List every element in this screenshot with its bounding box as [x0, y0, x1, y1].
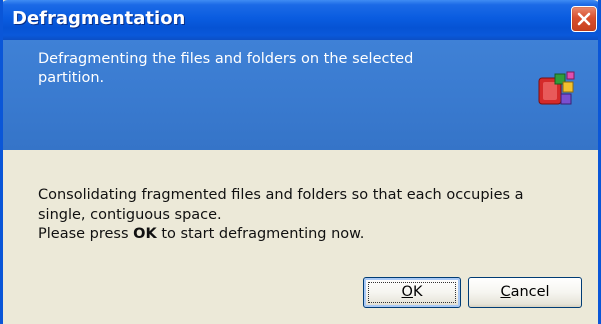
close-button[interactable] — [571, 6, 597, 32]
message-line-2: single, contiguous space. — [38, 206, 222, 223]
defragmentation-dialog: Defragmentation Defragmenting the files … — [0, 0, 601, 324]
message-line-3-suffix: to start defragmenting now. — [156, 226, 365, 242]
close-icon — [577, 12, 591, 26]
cancel-button[interactable]: Cancel — [468, 277, 582, 308]
cancel-accelerator: C — [500, 284, 511, 300]
window-title: Defragmentation — [12, 8, 186, 29]
defrag-app-icon — [538, 71, 575, 105]
header-description: Defragmenting the files and folders on t… — [38, 51, 414, 86]
ok-button[interactable]: OK — [363, 277, 461, 308]
focus-rectangle — [368, 282, 456, 303]
message-line-3-prefix: Please press — [38, 226, 134, 242]
dialog-message: Consolidating fragmented files and folde… — [38, 186, 593, 245]
message-line-3: Please press OK to start defragmenting n… — [38, 225, 593, 245]
cancel-label-rest: ancel — [510, 284, 550, 300]
title-bar[interactable]: Defragmentation — [3, 0, 598, 40]
message-line-1: Consolidating fragmented files and folde… — [38, 187, 524, 203]
message-ok-bold: OK — [133, 226, 157, 242]
